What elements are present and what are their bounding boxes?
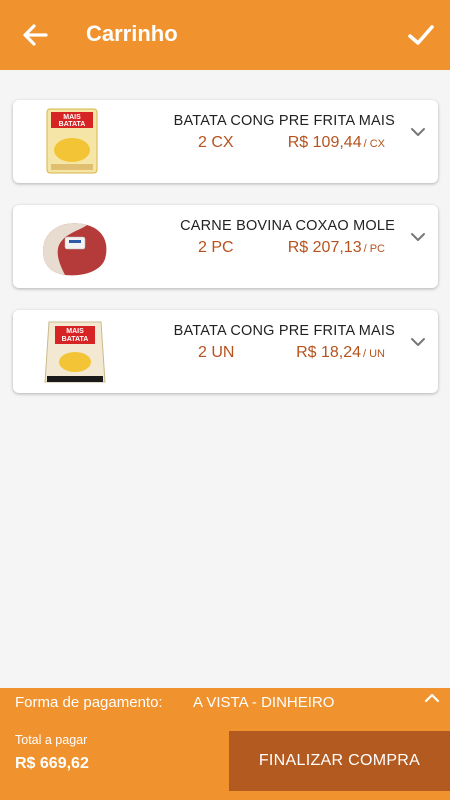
cart-item[interactable]: MAIS BATATA BATATA CONG PRE FRITA MAIS 2… bbox=[13, 310, 438, 393]
cart-list: MAIS BATATA BATATA CONG PRE FRITA MAIS 2… bbox=[13, 100, 438, 415]
chevron-down-icon[interactable] bbox=[410, 126, 426, 138]
page-title: Carrinho bbox=[86, 21, 178, 46]
item-price-unit: / PC bbox=[363, 243, 385, 255]
cart-item[interactable]: CARNE BOVINA COXAO MOLE 2 PC R$ 207,13/ … bbox=[13, 205, 438, 288]
svg-text:BATATA: BATATA bbox=[59, 121, 86, 128]
item-name: BATATA CONG PRE FRITA MAIS bbox=[173, 323, 395, 339]
item-price-value: R$ 109,44 bbox=[287, 134, 362, 151]
potato-bag-image: MAIS BATATA bbox=[44, 321, 106, 383]
beef-cut-image bbox=[43, 223, 107, 276]
payment-method-label: Forma de pagamento: bbox=[15, 694, 163, 711]
svg-text:MAIS: MAIS bbox=[63, 114, 81, 121]
total-label: Total a pagar bbox=[15, 733, 88, 747]
check-icon[interactable] bbox=[406, 20, 436, 50]
item-name: BATATA CONG PRE FRITA MAIS bbox=[173, 113, 395, 129]
chevron-down-icon[interactable] bbox=[410, 336, 426, 348]
total-value: R$ 669,62 bbox=[15, 755, 89, 772]
cart-item[interactable]: MAIS BATATA BATATA CONG PRE FRITA MAIS 2… bbox=[13, 100, 438, 183]
potato-bag-image: MAIS BATATA bbox=[46, 108, 98, 174]
item-price: R$ 207,13/ PC bbox=[288, 239, 385, 257]
chevron-down-icon[interactable] bbox=[410, 231, 426, 243]
app-bar: Carrinho bbox=[0, 0, 450, 70]
payment-method-value[interactable]: A VISTA - DINHEIRO bbox=[193, 694, 334, 711]
svg-text:MAIS: MAIS bbox=[66, 328, 84, 335]
item-price: R$ 18,24/ UN bbox=[296, 344, 385, 362]
chevron-up-icon[interactable] bbox=[424, 692, 440, 704]
item-price-value: R$ 18,24 bbox=[296, 344, 361, 361]
svg-text:BATATA: BATATA bbox=[62, 336, 89, 343]
item-price-unit: / UN bbox=[363, 348, 385, 360]
item-quantity: 2 PC bbox=[198, 239, 234, 256]
checkout-footer: Forma de pagamento: A VISTA - DINHEIRO T… bbox=[0, 688, 450, 800]
item-quantity: 2 UN bbox=[198, 344, 235, 361]
finish-purchase-button[interactable]: FINALIZAR COMPRA bbox=[229, 731, 450, 791]
item-price: R$ 109,44/ CX bbox=[288, 134, 385, 152]
item-price-unit: / CX bbox=[363, 138, 385, 150]
item-name: CARNE BOVINA COXAO MOLE bbox=[180, 218, 395, 234]
item-quantity: 2 CX bbox=[198, 134, 234, 151]
back-arrow-icon[interactable] bbox=[20, 20, 50, 50]
item-price-value: R$ 207,13 bbox=[287, 239, 362, 256]
